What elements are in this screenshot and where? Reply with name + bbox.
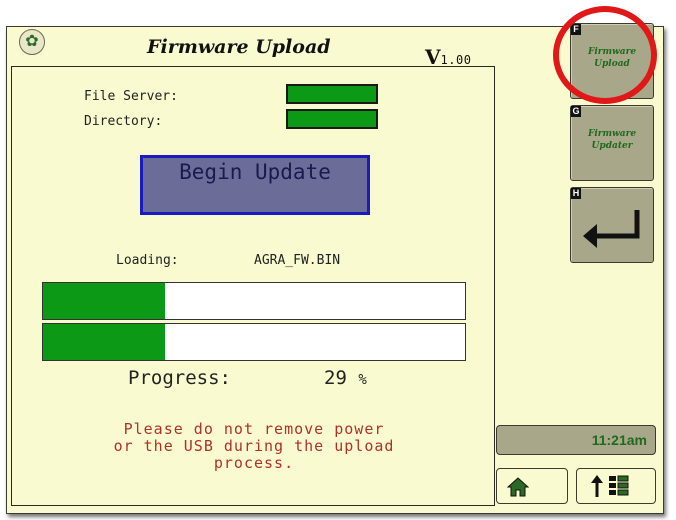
page-title: Firmware Upload xyxy=(147,36,331,58)
progress-bar-fill xyxy=(43,283,166,319)
softkey-label-line: Updater xyxy=(591,141,633,151)
progress-bar-fill xyxy=(43,324,166,360)
directory-indicator[interactable] xyxy=(286,109,378,129)
progress-bar-secondary xyxy=(42,323,466,361)
softkey-label-line: Firmware xyxy=(587,129,637,139)
warning-line-1: Please do not remove power xyxy=(123,420,385,438)
softkey-letter: G xyxy=(571,106,581,117)
warning-line-2: or the USB during the upload xyxy=(113,437,395,455)
menu-button[interactable] xyxy=(576,468,656,504)
back-arrow-icon xyxy=(583,210,640,248)
directory-label: Directory: xyxy=(84,114,163,129)
warning-message: Please do not remove power or the USB du… xyxy=(12,421,496,472)
softkey-firmware-updater[interactable]: G Firmware Updater xyxy=(570,105,654,181)
highlight-ring xyxy=(553,6,657,104)
softkey-letter: H xyxy=(571,188,581,199)
clock-display: 11:21am xyxy=(496,425,656,455)
home-button[interactable] xyxy=(496,468,568,504)
up-arrow-grid-icon xyxy=(591,475,629,497)
progress-percent: 29 xyxy=(324,367,347,389)
file-server-indicator[interactable] xyxy=(286,84,378,104)
begin-update-button[interactable]: Begin Update xyxy=(140,155,370,215)
progress-value: 29 % xyxy=(324,367,367,389)
loading-label: Loading: xyxy=(116,253,179,268)
main-panel: File Server: Directory: Begin Update Loa… xyxy=(11,66,495,506)
progress-label: Progress: xyxy=(128,367,231,389)
loading-filename: AGRA_FW.BIN xyxy=(254,253,341,268)
version-number: 1.00 xyxy=(440,53,472,67)
warning-line-3: process. xyxy=(213,454,295,472)
softkey-label: Firmware Updater xyxy=(575,128,649,152)
home-icon xyxy=(507,477,529,497)
progress-unit: % xyxy=(358,372,367,388)
deere-logo-icon: ✿ xyxy=(19,29,45,55)
softkey-back[interactable]: H xyxy=(570,187,654,263)
progress-bar-primary xyxy=(42,282,466,320)
title-bar: ✿ Firmware Upload V1.00 xyxy=(7,27,497,69)
file-server-label: File Server: xyxy=(84,89,178,104)
